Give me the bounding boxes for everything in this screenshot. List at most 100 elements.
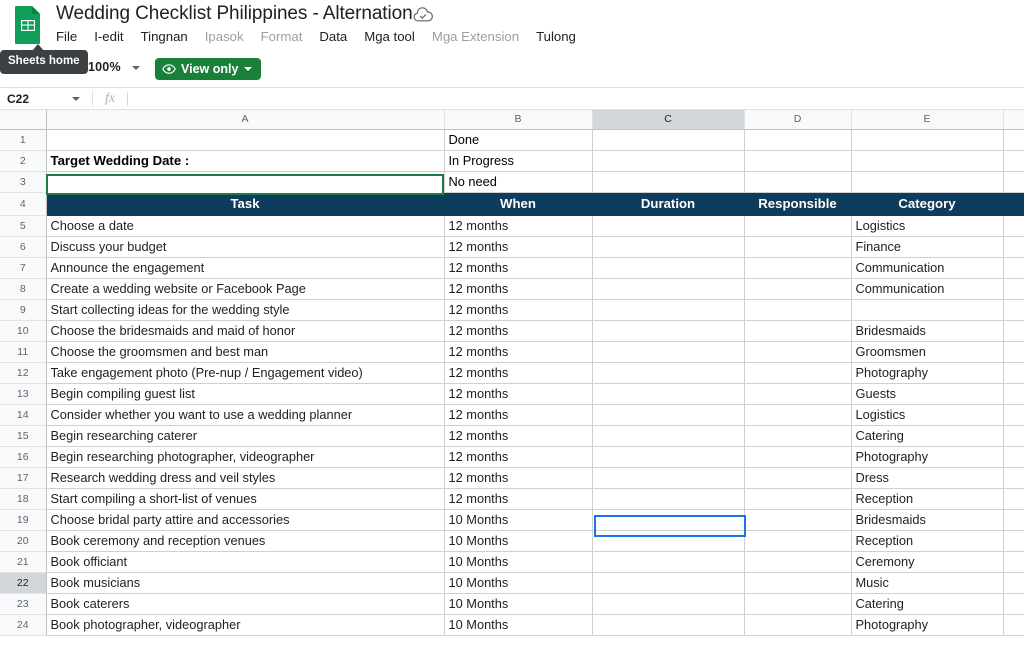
cell-when-row-7[interactable]: 12 months [444,257,593,279]
cell-when-row-5[interactable]: 12 months [444,215,593,237]
zoom-level[interactable]: 100% [88,60,121,74]
cell-spacer-row-24[interactable] [1003,614,1024,636]
cell-b2-legend-in-progress[interactable]: In Progress [444,150,593,172]
cell-category-row-22[interactable]: Music [851,572,1004,594]
cell-responsible-row-20[interactable] [744,530,852,552]
cell-responsible-row-11[interactable] [744,341,852,363]
cell-when-row-17[interactable]: 12 months [444,467,593,489]
cell-duration-row-11[interactable] [592,341,745,363]
row-header-9[interactable]: 9 [0,299,47,321]
cell-category-row-8[interactable]: Communication [851,278,1004,300]
row-header-4[interactable]: 4 [0,192,47,216]
cell-when-row-14[interactable]: 12 months [444,404,593,426]
cell-spacer-row-22[interactable] [1003,572,1024,594]
cell-when-row-15[interactable]: 12 months [444,425,593,447]
cell-task-row-24[interactable]: Book photographer, videographer [46,614,445,636]
cell-duration-row-12[interactable] [592,362,745,384]
cell-category-row-10[interactable]: Bridesmaids [851,320,1004,342]
cell-responsible-row-19[interactable] [744,509,852,531]
row-header-21[interactable]: 21 [0,551,47,573]
cell-task-row-6[interactable]: Discuss your budget [46,236,445,258]
cell-category-row-24[interactable]: Photography [851,614,1004,636]
cell-duration-row-22[interactable] [592,572,745,594]
cell-responsible-row-12[interactable] [744,362,852,384]
cell-spacer-row-6[interactable] [1003,236,1024,258]
cell-when-row-10[interactable]: 12 months [444,320,593,342]
row-header-19[interactable]: 19 [0,509,47,531]
cell-spacer-row-15[interactable] [1003,425,1024,447]
cell-category-row-14[interactable]: Logistics [851,404,1004,426]
cell-duration-row-23[interactable] [592,593,745,615]
sheets-doc-icon[interactable] [12,5,44,45]
cell-spacer-row-23[interactable] [1003,593,1024,615]
cell-c2[interactable] [592,150,745,172]
cell-task-row-23[interactable]: Book caterers [46,593,445,615]
cell-e2[interactable] [851,150,1004,172]
cell-category-row-12[interactable]: Photography [851,362,1004,384]
cell-responsible-row-15[interactable] [744,425,852,447]
cell-category-row-13[interactable]: Guests [851,383,1004,405]
row-header-12[interactable]: 12 [0,362,47,384]
cell-category-row-6[interactable]: Finance [851,236,1004,258]
row-header-2[interactable]: 2 [0,150,47,172]
view-only-chevron-down-icon[interactable] [244,67,253,71]
cell-responsible-row-7[interactable] [744,257,852,279]
column-header-f[interactable] [1003,110,1024,130]
cell-when-row-6[interactable]: 12 months [444,236,593,258]
cell-task-row-9[interactable]: Start collecting ideas for the wedding s… [46,299,445,321]
column-header-d[interactable]: D [744,110,852,130]
cell-category-row-9[interactable] [851,299,1004,321]
cell-responsible-row-10[interactable] [744,320,852,342]
cell-task-row-15[interactable]: Begin researching caterer [46,425,445,447]
cell-category-row-19[interactable]: Bridesmaids [851,509,1004,531]
cell-e1[interactable] [851,129,1004,151]
cell-category-row-18[interactable]: Reception [851,488,1004,510]
document-title[interactable]: Wedding Checklist Philippines - Alternat… [56,2,413,26]
cell-spacer-row-9[interactable] [1003,299,1024,321]
cell-task-row-20[interactable]: Book ceremony and reception venues [46,530,445,552]
cell-duration-row-14[interactable] [592,404,745,426]
cell-category-row-5[interactable]: Logistics [851,215,1004,237]
row-header-7[interactable]: 7 [0,257,47,279]
cell-duration-row-16[interactable] [592,446,745,468]
cell-duration-row-21[interactable] [592,551,745,573]
cell-when-row-8[interactable]: 12 months [444,278,593,300]
cell-d2[interactable] [744,150,852,172]
row-header-20[interactable]: 20 [0,530,47,552]
cell-spacer-row-18[interactable] [1003,488,1024,510]
cell-e3[interactable] [851,171,1004,193]
row-header-10[interactable]: 10 [0,320,47,342]
cell-responsible-row-14[interactable] [744,404,852,426]
cell-category-row-7[interactable]: Communication [851,257,1004,279]
cell-spacer-row-12[interactable] [1003,362,1024,384]
column-header-b[interactable]: B [444,110,593,130]
cell-when-row-19[interactable]: 10 Months [444,509,593,531]
cell-c1[interactable] [592,129,745,151]
row-header-15[interactable]: 15 [0,425,47,447]
cell-duration-row-9[interactable] [592,299,745,321]
cell-spacer-row-8[interactable] [1003,278,1024,300]
cell-task-row-17[interactable]: Research wedding dress and veil styles [46,467,445,489]
cell-a1[interactable] [46,129,445,151]
row-header-24[interactable]: 24 [0,614,47,636]
menu-item-insert[interactable]: Ipasok [205,28,244,46]
cell-task-row-22[interactable]: Book musicians [46,572,445,594]
cell-duration-row-6[interactable] [592,236,745,258]
cell-category-row-21[interactable]: Ceremony [851,551,1004,573]
cell-task-row-21[interactable]: Book officiant [46,551,445,573]
cell-task-row-5[interactable]: Choose a date [46,215,445,237]
cell-task-row-11[interactable]: Choose the groomsmen and best man [46,341,445,363]
cell-task-row-7[interactable]: Announce the engagement [46,257,445,279]
row-header-3[interactable]: 3 [0,171,47,193]
row-header-8[interactable]: 8 [0,278,47,300]
cell-spacer-row-10[interactable] [1003,320,1024,342]
cell-duration-row-20[interactable] [592,530,745,552]
cell-a3-target-date-input[interactable] [46,171,445,193]
cell-when-row-18[interactable]: 12 months [444,488,593,510]
row-header-23[interactable]: 23 [0,593,47,615]
cell-category-row-17[interactable]: Dress [851,467,1004,489]
cell-spacer-row-7[interactable] [1003,257,1024,279]
column-header-e[interactable]: E [851,110,1004,130]
cell-duration-row-13[interactable] [592,383,745,405]
row-header-22[interactable]: 22 [0,572,47,594]
